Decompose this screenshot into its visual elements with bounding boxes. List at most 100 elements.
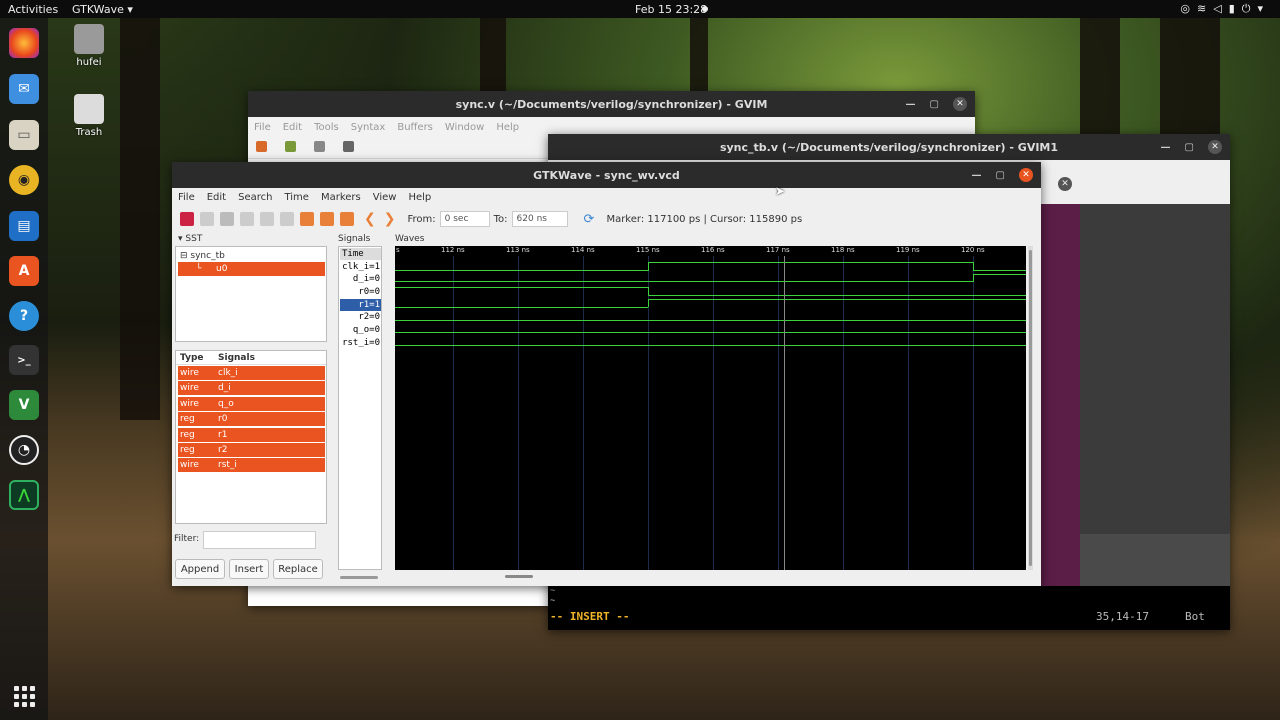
title-bar[interactable]: GTKWave - sync_wv.vcd — ▢ ✕: [172, 162, 1041, 188]
time-row[interactable]: Time: [340, 248, 381, 260]
save-icon[interactable]: [285, 141, 296, 152]
waves-hscrollbar[interactable]: [505, 575, 533, 578]
signal-row-selected[interactable]: r1=1: [340, 299, 381, 311]
signals-scrollbar[interactable]: [340, 576, 378, 579]
time-tick: 115 ns: [636, 246, 660, 254]
list-item[interactable]: wire rst_i: [178, 458, 325, 472]
insert-button[interactable]: Insert: [229, 559, 269, 579]
title-bar[interactable]: sync.v (~/Documents/verilog/synchronizer…: [248, 91, 975, 117]
maximize-icon[interactable]: ▢: [930, 99, 939, 110]
save-all-icon[interactable]: [314, 141, 325, 152]
signal-row[interactable]: r0=0: [340, 286, 381, 298]
writer-icon[interactable]: ▤: [9, 211, 39, 241]
list-item[interactable]: wire clk_i: [178, 366, 325, 380]
menu-help[interactable]: Help: [408, 192, 431, 203]
copy-icon[interactable]: [200, 212, 214, 226]
zoom-full-icon[interactable]: [340, 212, 354, 226]
gtkwave-icon[interactable]: ⋀: [9, 480, 39, 510]
signal-list[interactable]: Type Signals wire clk_i wire d_i wire q_o r…: [175, 350, 327, 524]
signals-header[interactable]: Signals: [218, 353, 255, 363]
desktop-home[interactable]: hufei: [59, 24, 119, 68]
rhythmbox-icon[interactable]: ◉: [9, 165, 39, 195]
waves-vscrollbar[interactable]: [1028, 246, 1033, 570]
tree-root[interactable]: ⊟ sync_tb: [180, 251, 225, 261]
menu-file[interactable]: File: [178, 192, 195, 203]
tree-item-selected[interactable]: └ u0: [178, 262, 325, 276]
gtkwave-window[interactable]: GTKWave - sync_wv.vcd — ▢ ✕ File Edit Sear…: [172, 162, 1041, 586]
to-input[interactable]: 620 ns: [511, 211, 568, 227]
close-icon[interactable]: ✕: [953, 97, 967, 111]
files-icon[interactable]: ▭: [9, 120, 39, 150]
clock[interactable]: Feb 15 23:28: [635, 3, 707, 16]
marker-line[interactable]: [784, 256, 785, 570]
list-item[interactable]: reg r0: [178, 412, 325, 426]
menu-window[interactable]: Window: [445, 122, 484, 133]
list-item[interactable]: reg r2: [178, 443, 325, 457]
append-button[interactable]: Append: [175, 559, 225, 579]
from-input[interactable]: 0 sec: [439, 211, 490, 227]
menu-buffers[interactable]: Buffers: [397, 122, 433, 133]
close-icon[interactable]: ✕: [1019, 168, 1033, 182]
list-item[interactable]: reg r1: [178, 428, 325, 442]
signal-row[interactable]: rst_i=0: [340, 337, 381, 349]
menu-time[interactable]: Time: [284, 192, 308, 203]
signal-names-pane[interactable]: Time clk_i=1 d_i=0 r0=0 r1=1 r2=0 q_o=0 …: [338, 246, 382, 570]
gvim-command-area[interactable]: ~ ~ -- INSERT -- 35,14-17 Bot: [548, 586, 1230, 630]
title-bar[interactable]: sync_tb.v (~/Documents/verilog/synchroni…: [548, 134, 1230, 160]
maximize-icon[interactable]: ▢: [1185, 142, 1194, 153]
network-icon: ◎: [1180, 2, 1198, 15]
show-apps-icon[interactable]: [12, 684, 36, 708]
obs-icon[interactable]: ◔: [9, 435, 39, 465]
close-icon[interactable]: ✕: [1208, 140, 1222, 154]
minimize-icon[interactable]: —: [906, 99, 916, 110]
signal-row[interactable]: d_i=0: [340, 273, 381, 285]
menu-syntax[interactable]: Syntax: [351, 122, 386, 133]
zoom-out-icon[interactable]: [320, 212, 334, 226]
open-icon[interactable]: [256, 141, 267, 152]
list-item[interactable]: wire q_o: [178, 397, 325, 411]
desktop-trash[interactable]: Trash: [59, 94, 119, 138]
menu-tools[interactable]: Tools: [314, 122, 339, 133]
chevron-right-icon[interactable]: ❯: [384, 211, 396, 227]
menu-edit[interactable]: Edit: [207, 192, 226, 203]
menu-edit[interactable]: Edit: [283, 122, 302, 133]
unselect-icon[interactable]: [260, 212, 274, 226]
signal-row[interactable]: clk_i=1: [340, 261, 381, 273]
maximize-icon[interactable]: ▢: [996, 170, 1005, 181]
software-icon[interactable]: A: [9, 256, 39, 286]
list-item[interactable]: wire d_i: [178, 381, 325, 395]
signal-row[interactable]: q_o=0: [340, 324, 381, 336]
sst-header[interactable]: ▾ SST: [178, 234, 202, 244]
thunderbird-icon[interactable]: ✉: [9, 74, 39, 104]
app-menu[interactable]: GTKWave ▾: [72, 3, 133, 16]
help-icon[interactable]: ?: [9, 301, 39, 331]
zoom-fit-icon[interactable]: [280, 212, 294, 226]
hierarchy-tree[interactable]: ⊟ sync_tb └ u0: [175, 246, 327, 342]
reload-icon[interactable]: ⟳: [584, 212, 595, 227]
replace-button[interactable]: Replace: [273, 559, 323, 579]
chevron-left-icon[interactable]: ❮: [364, 211, 376, 227]
zoom-in-icon[interactable]: [300, 212, 314, 226]
signal-row[interactable]: r2=0: [340, 311, 381, 323]
waveform-canvas[interactable]: s 112 ns 113 ns 114 ns 115 ns 116 ns 117…: [395, 246, 1026, 570]
minimize-icon[interactable]: —: [1161, 142, 1171, 153]
filter-input[interactable]: [203, 531, 316, 549]
menu-file[interactable]: File: [254, 122, 271, 133]
vim-icon[interactable]: V: [9, 390, 39, 420]
menu-markers[interactable]: Markers: [321, 192, 361, 203]
type-header[interactable]: Type: [180, 353, 203, 363]
close-icon[interactable]: ✕: [1058, 177, 1072, 191]
menu-view[interactable]: View: [373, 192, 397, 203]
activities-button[interactable]: Activities: [8, 3, 58, 16]
cut-icon[interactable]: [180, 212, 194, 226]
menu-search[interactable]: Search: [238, 192, 272, 203]
menu-help[interactable]: Help: [496, 122, 519, 133]
wave-r1: [648, 299, 1026, 300]
select-all-icon[interactable]: [240, 212, 254, 226]
minimize-icon[interactable]: —: [972, 170, 982, 181]
paste-icon[interactable]: [220, 212, 234, 226]
print-icon[interactable]: [343, 141, 354, 152]
terminal-icon[interactable]: >_: [9, 345, 39, 375]
system-tray[interactable]: ◎≋◁▮⏻▾: [1180, 2, 1270, 16]
firefox-icon[interactable]: [9, 28, 39, 58]
